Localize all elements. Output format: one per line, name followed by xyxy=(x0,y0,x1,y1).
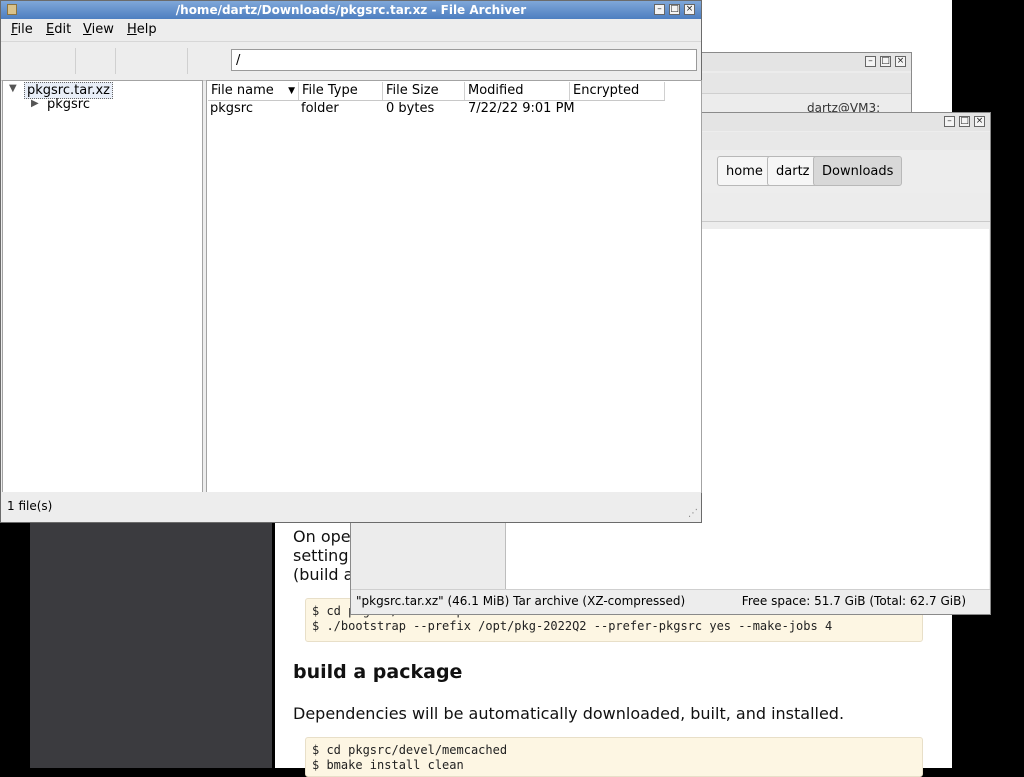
terminal-titlebar[interactable] xyxy=(691,53,911,71)
table-row[interactable]: pkgsrc folder 0 bytes 7/22/22 9:01 PM xyxy=(208,100,698,118)
cell-size: 0 bytes xyxy=(386,101,435,116)
status-free-space: Free space: 51.7 GiB (Total: 62.7 GiB) xyxy=(741,594,966,608)
archiver-titlebar[interactable]: /home/dartz/Downloads/pkgsrc.tar.xz - Fi… xyxy=(1,1,701,19)
breadcrumb-dartz[interactable]: dartz xyxy=(767,156,819,186)
archive-app-icon xyxy=(7,4,17,15)
file-manager-statusbar: "pkgsrc.tar.xz" (46.1 MiB) Tar archive (… xyxy=(351,589,990,614)
doc-paragraph-line: On ope xyxy=(293,527,351,546)
code-line: $ bmake install clean xyxy=(312,758,464,772)
column-file-size[interactable]: File Size xyxy=(383,82,465,100)
column-modified[interactable]: Modified xyxy=(465,82,570,100)
menu-edit[interactable]: Edit xyxy=(46,22,71,37)
code-line: $ ./bootstrap --prefix /opt/pkg-2022Q2 -… xyxy=(312,619,833,633)
menu-view[interactable]: View xyxy=(83,22,114,37)
close-icon[interactable]: × xyxy=(895,56,906,67)
menubar: File Edit View Help xyxy=(1,19,701,41)
cell-name: pkgsrc xyxy=(210,101,254,116)
sort-down-icon: ▼ xyxy=(288,86,295,96)
terminal-toolbar xyxy=(691,73,911,94)
status-selection-info: "pkgsrc.tar.xz" (46.1 MiB) Tar archive (… xyxy=(356,594,686,608)
doc-heading: build a package xyxy=(293,661,463,683)
location-input[interactable] xyxy=(231,49,697,71)
file-manager-sidebar xyxy=(351,523,506,589)
maximize-icon[interactable]: □ xyxy=(669,4,680,15)
column-label: File name xyxy=(211,83,274,98)
menu-help[interactable]: Help xyxy=(127,22,157,37)
maximize-icon[interactable]: □ xyxy=(959,116,970,127)
doc-paragraph-line: setting xyxy=(293,546,349,565)
column-encrypted[interactable]: Encrypted xyxy=(570,82,665,100)
minimize-icon[interactable]: – xyxy=(944,116,955,127)
maximize-icon[interactable]: □ xyxy=(880,56,891,67)
file-list[interactable]: File name ▼ File Type File Size Modified… xyxy=(206,80,702,493)
toolbar-separator xyxy=(115,48,116,74)
column-file-type[interactable]: File Type xyxy=(299,82,383,100)
close-icon[interactable]: × xyxy=(684,4,695,15)
close-icon[interactable]: × xyxy=(974,116,985,127)
expanded-arrow-icon[interactable]: ▼ xyxy=(9,83,17,94)
collapsed-arrow-icon[interactable]: ▶ xyxy=(31,98,39,109)
minimize-icon[interactable]: – xyxy=(654,4,665,15)
cell-modified: 7/22/22 9:01 PM xyxy=(468,101,575,116)
cell-type: folder xyxy=(301,101,339,116)
resize-grip-icon[interactable]: ⋰ xyxy=(688,508,698,519)
archiver-window[interactable]: /home/dartz/Downloads/pkgsrc.tar.xz - Fi… xyxy=(0,0,702,523)
doc-paragraph: Dependencies will be automatically downl… xyxy=(293,704,845,723)
tree-item-pkgsrc[interactable]: pkgsrc xyxy=(47,97,90,112)
folder-tree[interactable]: ▼ pkgsrc.tar.xz ▶ pkgsrc xyxy=(2,80,203,493)
window-title: /home/dartz/Downloads/pkgsrc.tar.xz - Fi… xyxy=(175,3,527,17)
code-line: $ cd pkgsrc/devel/memcached xyxy=(312,743,508,757)
toolbar-separator xyxy=(187,48,188,74)
doc-paragraph-line: (build a xyxy=(293,565,354,584)
terminal-window[interactable]: – □ × dartz@VM3: xyxy=(690,52,912,118)
menu-file[interactable]: File xyxy=(11,22,33,37)
toolbar-separator xyxy=(75,48,76,74)
column-file-name[interactable]: File name ▼ xyxy=(208,82,299,100)
breadcrumb-downloads[interactable]: Downloads xyxy=(813,156,903,186)
code-block-build: $ cd pkgsrc/devel/memcached $ bmake inst… xyxy=(305,737,923,777)
minimize-icon[interactable]: – xyxy=(865,56,876,67)
breadcrumb-home[interactable]: home xyxy=(717,156,772,186)
status-file-count: 1 file(s) xyxy=(7,499,53,513)
statusbar: 1 file(s) ⋰ xyxy=(1,492,701,522)
